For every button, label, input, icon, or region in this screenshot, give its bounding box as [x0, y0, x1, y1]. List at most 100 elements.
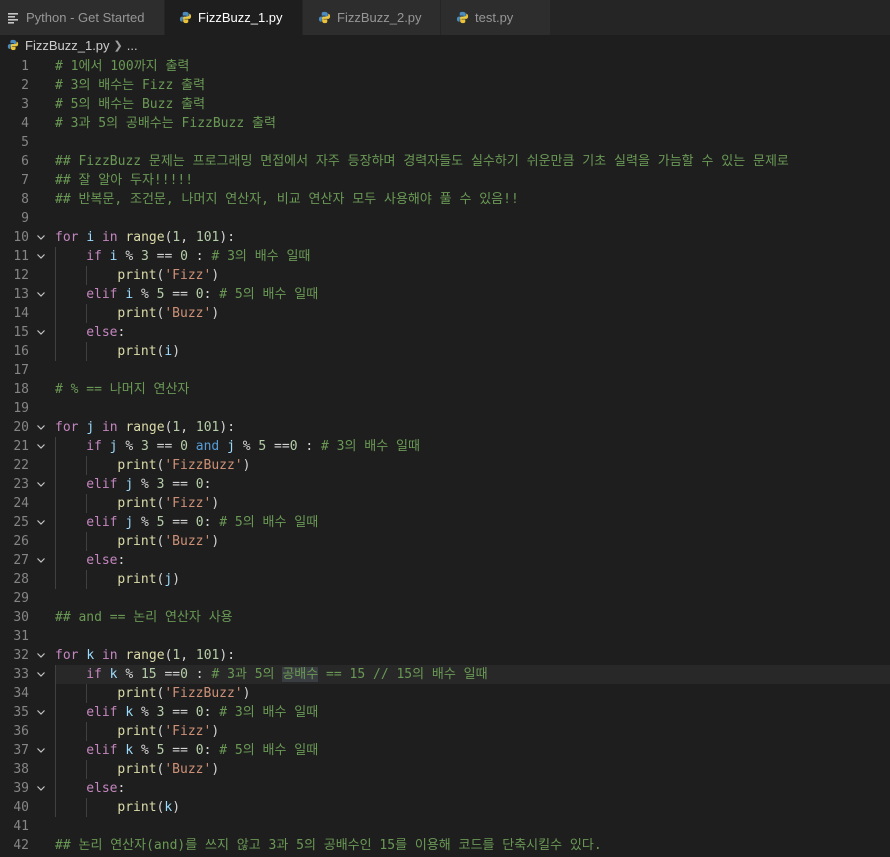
code-line[interactable]: 8 ## 반복문, 조건문, 나머지 연산자, 비교 연산자 모두 사용해야 풀 …	[0, 190, 890, 209]
fold-chevron-icon[interactable]	[36, 285, 48, 304]
fold-chevron-icon[interactable]	[36, 779, 48, 798]
line-number: 27	[13, 552, 29, 568]
fold-chevron-icon[interactable]	[36, 741, 48, 760]
code-line[interactable]: 16 print(i)	[0, 341, 890, 361]
code-token: 'Buzz'	[164, 533, 212, 549]
fold-chevron-icon[interactable]	[36, 551, 48, 570]
code-line[interactable]: 29	[0, 589, 890, 608]
code-line[interactable]: 37 elif k % 5 == 0: # 5의 배수 일때	[0, 740, 890, 760]
code-line[interactable]: 20 for j in range(1, 101):	[0, 418, 890, 437]
code-line[interactable]: 28 print(j)	[0, 569, 890, 589]
code-text: else:	[86, 551, 125, 570]
code-line[interactable]: 30 ## and == 논리 연산자 사용	[0, 608, 890, 627]
indent-guide	[55, 702, 56, 722]
tab-fizzbuzz-1[interactable]: FizzBuzz_1.py	[165, 0, 303, 35]
code-line[interactable]: 10 for i in range(1, 101):	[0, 228, 890, 247]
code-token: else	[86, 780, 118, 796]
code-line[interactable]: 26 print('Buzz')	[0, 531, 890, 551]
code-token: ==	[266, 438, 290, 454]
line-number: 7	[21, 172, 29, 188]
code-line[interactable]: 24 print('Fizz')	[0, 493, 890, 513]
fold-chevron-icon[interactable]	[36, 646, 48, 665]
code-line[interactable]: 27 else:	[0, 550, 890, 570]
code-token: ):	[219, 647, 236, 663]
code-line[interactable]: 36 print('Fizz')	[0, 721, 890, 741]
code-token: 0	[180, 438, 188, 454]
breadcrumb-more[interactable]: ...	[127, 38, 138, 53]
code-line[interactable]: 3 # 5의 배수는 Buzz 출력	[0, 95, 890, 114]
code-line[interactable]: 12 print('Fizz')	[0, 265, 890, 285]
code-line[interactable]: 40 print(k)	[0, 797, 890, 817]
fold-chevron-icon[interactable]	[36, 437, 48, 456]
code-token: ==	[164, 704, 196, 720]
code-line[interactable]: 42 ## 논리 연산자(and)를 쓰지 않고 3과 5의 공배수인 15를 이…	[0, 836, 890, 855]
code-line[interactable]: 33 if k % 15 ==0 : # 3과 5의 공배수 == 15 // 1…	[0, 664, 890, 684]
code-token: print	[117, 457, 157, 473]
code-token: 0	[195, 742, 204, 758]
tab-python-get-started[interactable]: Python - Get Started	[0, 0, 165, 35]
code-line[interactable]: 15 else:	[0, 322, 890, 342]
code-text: elif i % 5 == 0: # 5의 배수 일때	[86, 285, 318, 304]
code-text: elif j % 5 == 0: # 5의 배수 일때	[86, 513, 318, 532]
code-line[interactable]: 19	[0, 399, 890, 418]
code-token: elif	[86, 514, 118, 530]
code-line[interactable]: 41	[0, 817, 890, 836]
code-token: 'Buzz'	[164, 761, 212, 777]
code-line[interactable]: 11 if i % 3 == 0 : # 3의 배수 일때	[0, 246, 890, 266]
code-line[interactable]: 39 else:	[0, 778, 890, 798]
code-editor[interactable]: 1 # 1에서 100까지 출력 2 # 3의 배수는 Fizz 출력 3 # 5의 배수…	[0, 55, 890, 857]
code-line[interactable]: 7 ## 잘 알아 두자!!!!!	[0, 171, 890, 190]
breadcrumb-file[interactable]: FizzBuzz_1.py	[25, 38, 110, 53]
indent-guide	[55, 265, 56, 285]
indent-guide	[86, 721, 88, 741]
code-token: k	[125, 742, 134, 758]
fold-chevron-icon[interactable]	[36, 665, 48, 684]
tab-fizzbuzz-2[interactable]: FizzBuzz_2.py	[303, 0, 441, 35]
line-number: 40	[13, 799, 29, 815]
fold-chevron-icon[interactable]	[36, 418, 48, 437]
fold-chevron-icon[interactable]	[36, 228, 48, 247]
code-token: ## and == 논리 연산자 사용	[55, 609, 233, 625]
tab-test[interactable]: test.py	[441, 0, 551, 35]
code-token: print	[117, 723, 157, 739]
code-token: # 3과 5의 공배수는 FizzBuzz 출력	[55, 115, 276, 131]
code-line[interactable]: 6 ## FizzBuzz 문제는 프로그래밍 면접에서 자주 등장하며 경력자들…	[0, 152, 890, 171]
code-line[interactable]: 17	[0, 361, 890, 380]
line-number: 4	[21, 115, 29, 131]
code-line[interactable]: 25 elif j % 5 == 0: # 5의 배수 일때	[0, 512, 890, 532]
code-line[interactable]: 13 elif i % 5 == 0: # 5의 배수 일때	[0, 284, 890, 304]
code-token: :	[117, 324, 126, 340]
code-line[interactable]: 1 # 1에서 100까지 출력	[0, 57, 890, 76]
code-line[interactable]: 32 for k in range(1, 101):	[0, 646, 890, 665]
code-line[interactable]: 35 elif k % 3 == 0: # 3의 배수 일때	[0, 702, 890, 722]
code-token: :	[203, 704, 220, 720]
preview-icon	[6, 11, 20, 25]
fold-chevron-icon[interactable]	[36, 323, 48, 342]
code-line[interactable]: 18 # % == 나머지 연산자	[0, 380, 890, 399]
code-line[interactable]: 9	[0, 209, 890, 228]
indent-guide	[55, 569, 56, 589]
code-text: print(j)	[117, 570, 180, 589]
code-line[interactable]: 4 # 3과 5의 공배수는 FizzBuzz 출력	[0, 114, 890, 133]
code-token: j	[109, 438, 118, 454]
code-token: 'Fizz'	[164, 267, 212, 283]
fold-chevron-icon[interactable]	[36, 703, 48, 722]
fold-chevron-icon[interactable]	[36, 513, 48, 532]
line-number: 42	[13, 837, 29, 853]
code-line[interactable]: 22 print('FizzBuzz')	[0, 455, 890, 475]
fold-chevron-icon[interactable]	[36, 247, 48, 266]
code-text: print('Buzz')	[117, 532, 219, 551]
code-line[interactable]: 34 print('FizzBuzz')	[0, 683, 890, 703]
fold-chevron-icon[interactable]	[36, 475, 48, 494]
code-line[interactable]: 21 if j % 3 == 0 and j % 5 ==0 : # 3의 배수 …	[0, 436, 890, 456]
code-token: 0	[195, 704, 204, 720]
indent-guide	[55, 721, 56, 741]
code-line[interactable]: 14 print('Buzz')	[0, 303, 890, 323]
code-line[interactable]: 23 elif j % 3 == 0:	[0, 474, 890, 494]
code-line[interactable]: 38 print('Buzz')	[0, 759, 890, 779]
code-token: ==	[164, 514, 196, 530]
line-number: 17	[13, 362, 29, 378]
code-line[interactable]: 5	[0, 133, 890, 152]
code-line[interactable]: 31	[0, 627, 890, 646]
code-line[interactable]: 2 # 3의 배수는 Fizz 출력	[0, 76, 890, 95]
